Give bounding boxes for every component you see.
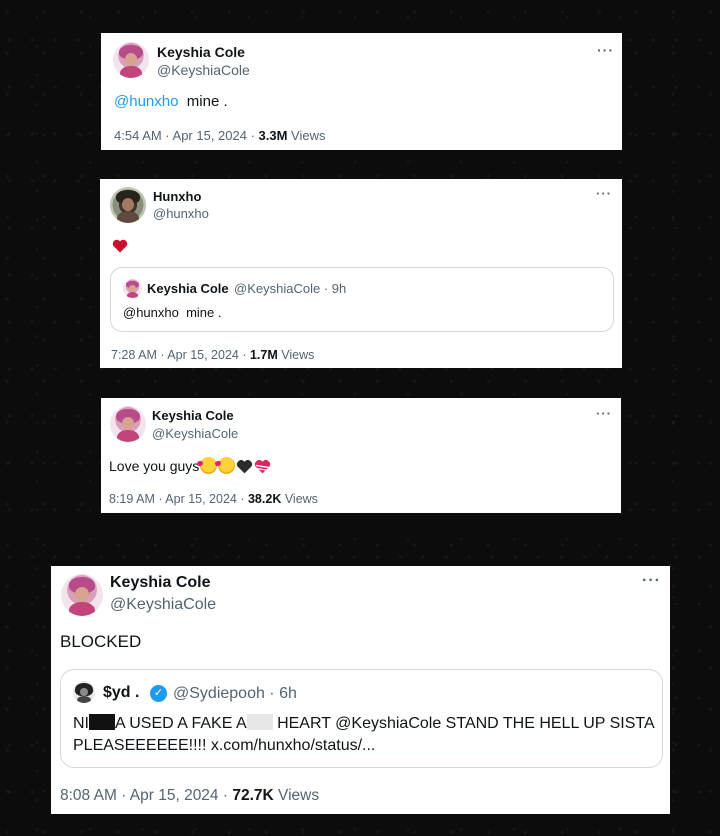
tweet-text: BLOCKED: [60, 632, 142, 651]
heart-with-ribbon-icon: [255, 459, 271, 474]
quoted-author-name: Keyshia Cole: [147, 281, 229, 296]
tweet-body: mine .: [186, 93, 228, 110]
avatar[interactable]: [110, 187, 146, 223]
views-label: Views: [287, 128, 326, 143]
more-options-icon[interactable]: ···: [597, 42, 614, 58]
quoted-handle-time: @KeyshiaCole · 9h: [234, 281, 347, 296]
views-label: Views: [277, 348, 315, 362]
black-heart-icon: [237, 459, 253, 474]
timestamp[interactable]: 7:28 AM · Apr 15, 2024 ·: [111, 348, 250, 362]
mention-link[interactable]: @hunxho: [114, 93, 178, 110]
quoted-tweet[interactable]: $yd . ✓ @Sydiepooh · 6h NI A USED A FAKE …: [60, 669, 663, 768]
redaction-bar: [246, 714, 273, 730]
timestamp[interactable]: 8:08 AM · Apr 15, 2024 ·: [60, 787, 232, 804]
tweet-card-1[interactable]: Keyshia Cole @KeyshiaCole ··· @hunxho mi…: [101, 33, 622, 150]
more-options-icon[interactable]: ···: [596, 406, 612, 421]
quoted-handle-time: @Sydiepooh · 6h: [173, 685, 297, 702]
author-handle[interactable]: @hunxho: [153, 206, 209, 221]
quoted-text-line-2: PLEASEEEEEE!!!! x.com/hunxho/status/...: [73, 737, 376, 754]
views-label: Views: [281, 492, 318, 506]
smiling-face-with-hearts-icon: [218, 457, 236, 474]
tweet-meta: 7:28 AM · Apr 15, 2024 · 1.7M Views: [111, 348, 314, 362]
timestamp[interactable]: 4:54 AM · Apr 15, 2024 ·: [114, 128, 259, 143]
author-name[interactable]: Hunxho: [153, 189, 201, 204]
tweet-card-2[interactable]: Hunxho @hunxho ··· Keyshia Cole @Keyshia…: [100, 179, 622, 368]
author-handle[interactable]: @KeyshiaCole: [110, 596, 216, 614]
view-count: 72.7K: [232, 787, 274, 804]
quoted-tweet[interactable]: Keyshia Cole @KeyshiaCole · 9h @hunxho m…: [110, 267, 614, 332]
quoted-text-line-1: NI A USED A FAKE A HEART @KeyshiaCole STA…: [73, 714, 655, 732]
view-count: 1.7M: [249, 348, 278, 362]
avatar[interactable]: [61, 574, 103, 616]
quoted-avatar: [73, 681, 95, 703]
timestamp[interactable]: 8:19 AM · Apr 15, 2024 ·: [109, 492, 248, 506]
more-options-icon[interactable]: ···: [596, 186, 612, 201]
views-label: Views: [273, 787, 320, 804]
more-options-icon[interactable]: ···: [642, 572, 661, 590]
tweet-text: Love you guys: [109, 457, 271, 474]
view-count: 38.2K: [247, 492, 282, 506]
redaction-bar: [89, 714, 115, 730]
quoted-text: @hunxho mine .: [123, 305, 222, 320]
avatar[interactable]: [113, 42, 149, 78]
red-heart-icon: [112, 239, 128, 253]
tweet-meta: 4:54 AM · Apr 15, 2024 · 3.3M Views: [114, 128, 326, 143]
tweet-body: Love you guys: [109, 458, 200, 474]
tweet-meta: 8:19 AM · Apr 15, 2024 · 38.2K Views: [109, 492, 318, 506]
author-name[interactable]: Keyshia Cole: [110, 574, 210, 592]
author-handle[interactable]: @KeyshiaCole: [157, 62, 250, 78]
view-count: 3.3M: [258, 128, 288, 143]
tweet-card-3[interactable]: Keyshia Cole @KeyshiaCole ··· Love you g…: [101, 398, 621, 513]
author-handle[interactable]: @KeyshiaCole: [152, 426, 238, 441]
tweet-card-4[interactable]: Keyshia Cole @KeyshiaCole ··· BLOCKED $y…: [51, 566, 670, 814]
quoted-author-name: $yd .: [103, 684, 140, 701]
tweet-text: @hunxho mine .: [114, 93, 228, 110]
author-name[interactable]: Keyshia Cole: [157, 44, 245, 60]
verified-badge-icon: ✓: [150, 685, 167, 702]
tweet-meta: 8:08 AM · Apr 15, 2024 · 72.7K Views: [60, 787, 319, 805]
author-name[interactable]: Keyshia Cole: [152, 408, 234, 423]
avatar[interactable]: [110, 406, 146, 442]
quoted-avatar: [123, 279, 142, 298]
